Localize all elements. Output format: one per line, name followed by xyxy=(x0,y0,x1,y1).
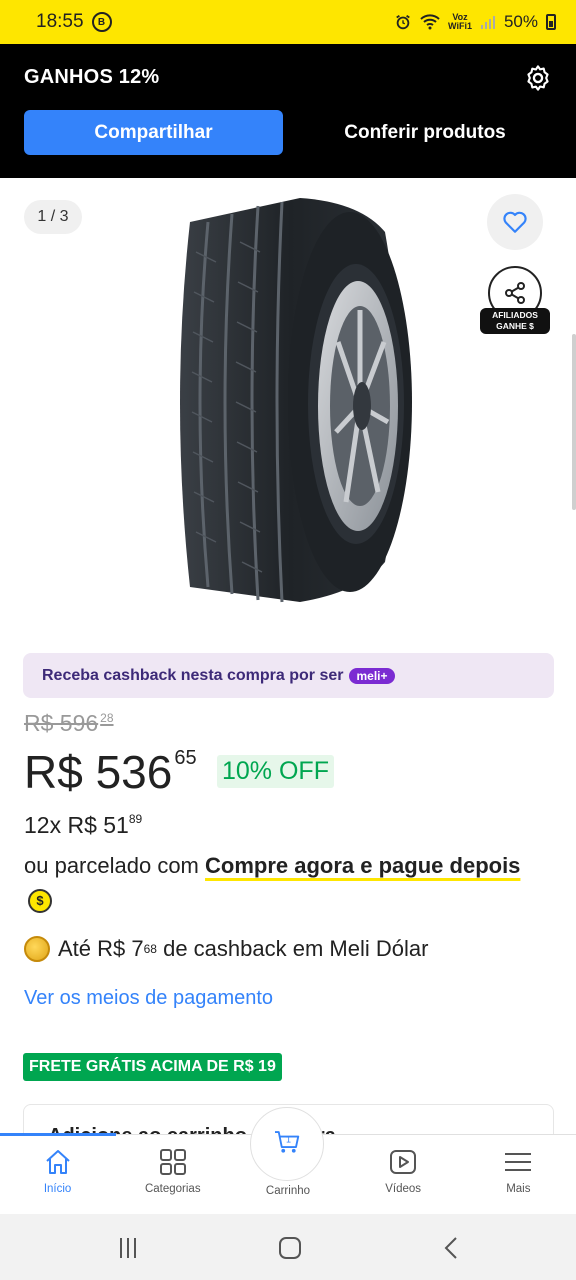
cart-icon: 1 xyxy=(275,1131,300,1153)
original-price-cents: 28 xyxy=(100,711,114,726)
share-button[interactable]: Compartilhar xyxy=(24,110,283,155)
affiliates-badge-line2: GANHE $ xyxy=(496,321,534,331)
cashback-banner[interactable]: Receba cashback nesta compra por ser mel… xyxy=(23,653,554,698)
installments-main: 12x R$ 51 xyxy=(24,812,129,838)
app-notification-icon: B xyxy=(91,12,112,32)
payment-methods-link[interactable]: Ver os meios de pagamento xyxy=(24,987,273,1010)
current-price-main: R$ 536 xyxy=(24,746,173,798)
bottom-navigation: Início Categorias 1 Carrinho Vídeos Mais xyxy=(0,1107,576,1215)
battery-icon xyxy=(546,14,556,30)
current-price-cents: 65 xyxy=(174,747,197,769)
status-time: 18:55 xyxy=(36,11,84,32)
home-system-icon[interactable] xyxy=(276,1234,304,1262)
nav-item-more[interactable]: Mais xyxy=(461,1135,576,1215)
free-shipping-badge: FRETE GRÁTIS ACIMA DE R$ 19 xyxy=(23,1053,282,1081)
nav-label-cart: Carrinho xyxy=(265,1185,311,1197)
status-right: Voz WiFi1 50% xyxy=(394,12,556,32)
bnpl-link[interactable]: Compre agora e pague depois xyxy=(205,853,520,878)
affiliate-bar: GANHOS 12% Compartilhar Conferir produto… xyxy=(0,44,576,178)
cart-button[interactable]: 1 xyxy=(250,1107,325,1181)
affiliates-badge-line1: AFILIADOS xyxy=(492,310,538,320)
nav-item-videos[interactable]: Vídeos xyxy=(346,1135,461,1215)
play-icon xyxy=(390,1150,417,1174)
alarm-icon xyxy=(396,14,410,30)
nav-item-categories[interactable]: Categorias xyxy=(115,1135,230,1215)
system-navigation xyxy=(0,1214,576,1280)
back-icon[interactable] xyxy=(438,1234,466,1262)
affiliates-earn-badge[interactable]: AFILIADOS GANHE $ xyxy=(480,308,550,334)
battery-percent: 50% xyxy=(503,12,538,31)
share-icon xyxy=(505,282,525,304)
product-gallery[interactable]: 1 / 3 AFILIADOS GANHE $ xyxy=(0,178,576,630)
nav-label-categories: Categorias xyxy=(144,1183,201,1195)
installments: 12x R$ 5189 xyxy=(24,812,142,839)
cashback-cents: 68 xyxy=(143,942,157,956)
favorite-button[interactable] xyxy=(487,194,543,250)
heart-icon xyxy=(503,211,527,233)
network-label-bottom: WiFi1 xyxy=(448,21,472,31)
tire-product-image[interactable] xyxy=(160,192,420,612)
grid-icon xyxy=(159,1149,186,1175)
nav-label-more: Mais xyxy=(506,1183,531,1195)
nav-label-home: Início xyxy=(43,1183,72,1195)
installments-cents: 89 xyxy=(128,812,143,826)
original-price: R$ 596 28 xyxy=(24,710,114,737)
scroll-indicator xyxy=(572,334,576,510)
meli-plus-badge: meli+ xyxy=(349,667,395,684)
home-icon xyxy=(45,1150,70,1174)
original-price-main: R$ 596 xyxy=(24,710,99,736)
cashback-suffix: de cashback em Meli Dólar xyxy=(163,936,429,961)
cashback-amount: Até R$ 7 xyxy=(58,936,144,961)
earnings-title: GANHOS 12% xyxy=(24,66,160,88)
network-label: Voz WiFi1 xyxy=(448,13,472,31)
nav-label-videos: Vídeos xyxy=(385,1183,422,1195)
bnpl-prefix: ou parcelado com xyxy=(24,853,199,878)
current-price: R$ 536 65 xyxy=(24,745,197,799)
cashback-banner-text: Receba cashback nesta compra por ser xyxy=(42,666,344,684)
recent-apps-icon[interactable] xyxy=(114,1234,142,1262)
dollar-coin-icon: $ xyxy=(28,889,52,913)
wifi-icon xyxy=(420,14,440,30)
nav-item-home[interactable]: Início xyxy=(0,1135,115,1215)
discount-badge: 10% OFF xyxy=(217,755,334,788)
check-products-button[interactable]: Conferir produtos xyxy=(300,110,550,155)
menu-icon xyxy=(505,1153,532,1171)
cashback-line: Até R$ 7 68 de cashback em Meli Dólar xyxy=(24,936,428,962)
status-bar: 18:55 B Voz WiFi1 50% xyxy=(0,0,576,44)
signal-icon xyxy=(480,16,495,29)
nav-item-cart[interactable]: 1 Carrinho xyxy=(230,1107,345,1215)
cart-count: 1 xyxy=(286,1135,291,1145)
bnpl-text: ou parcelado com Compre agora e pague de… xyxy=(24,852,544,913)
meli-dollar-icon xyxy=(24,936,50,962)
image-counter: 1 / 3 xyxy=(24,200,82,234)
gear-icon[interactable] xyxy=(524,64,552,92)
